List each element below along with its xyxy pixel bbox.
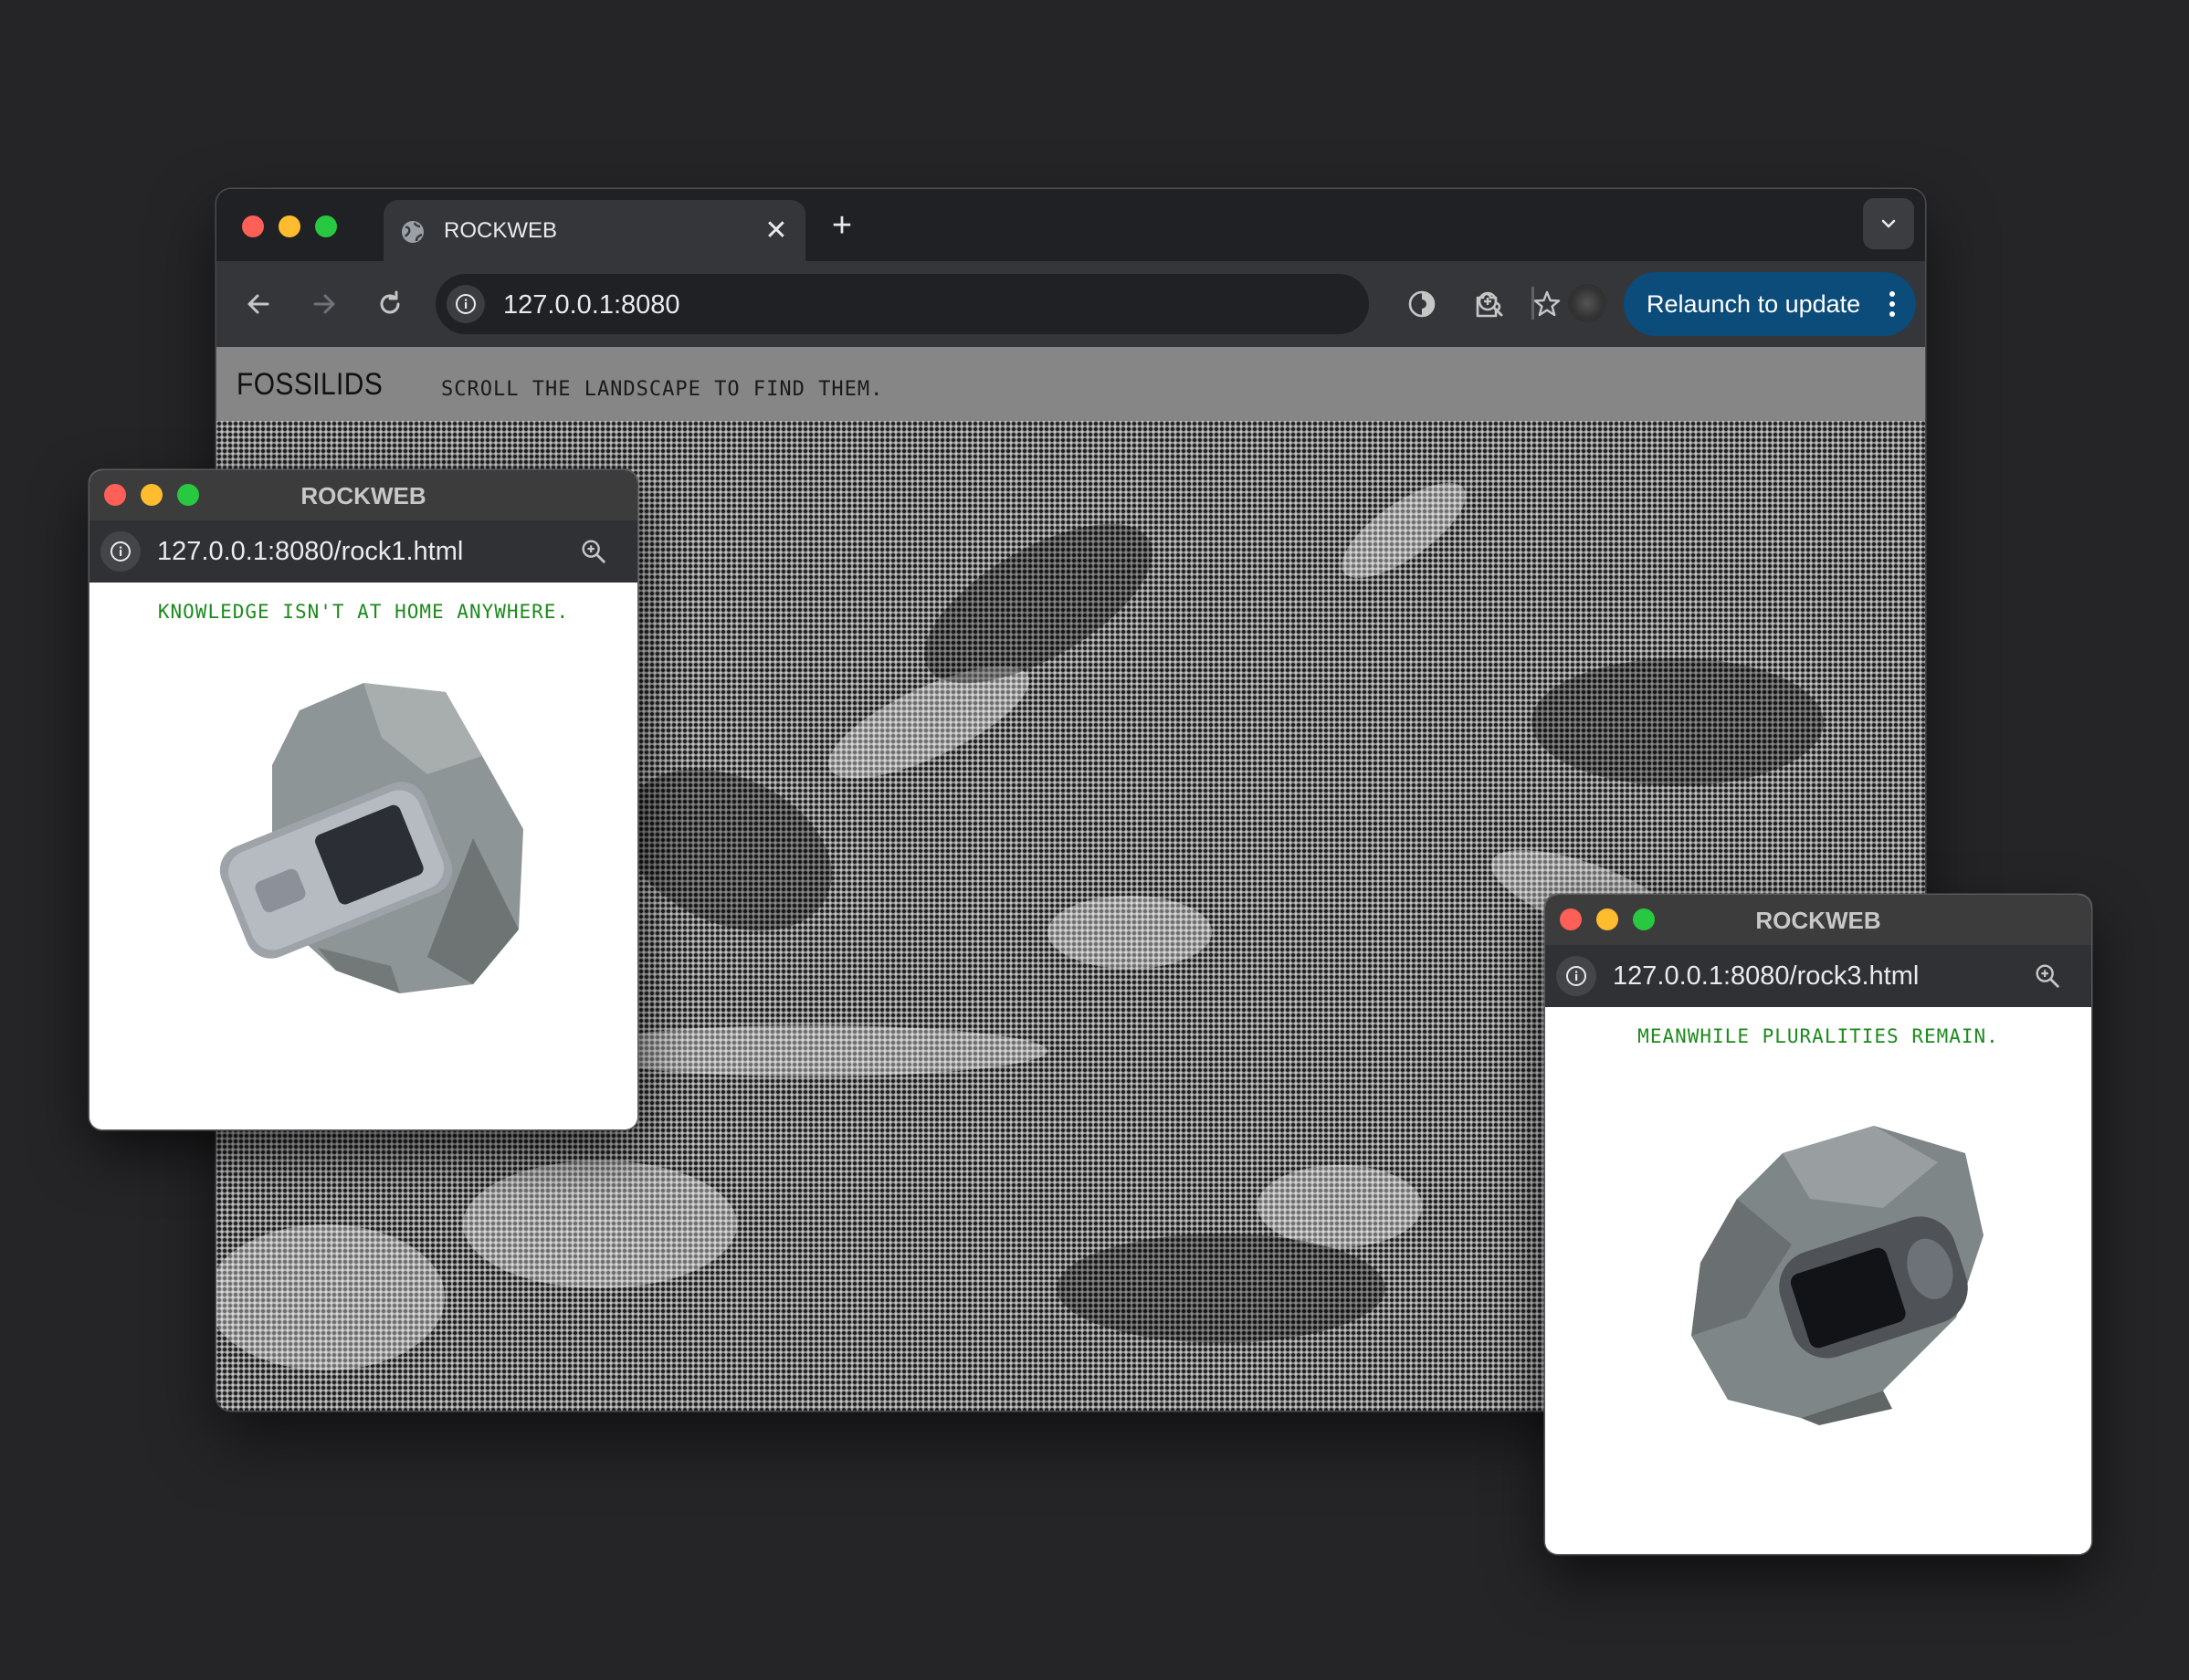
star-icon[interactable] bbox=[1531, 289, 1563, 320]
info-icon bbox=[456, 294, 476, 314]
site-info-button[interactable] bbox=[1556, 956, 1596, 996]
site-title: FOSSILIDS bbox=[237, 367, 384, 402]
toolbar-divider bbox=[1531, 287, 1534, 320]
window-controls bbox=[242, 215, 337, 237]
popup-page: MEANWHILE PLURALITIES REMAIN. bbox=[1545, 1007, 2091, 1554]
arrow-right-icon bbox=[313, 294, 335, 314]
site-header: FOSSILIDS SCROLL THE LANDSCAPE TO FIND T… bbox=[216, 347, 1925, 421]
browser-toolbar: 127.0.0.1:8080 Relaunch to update bbox=[216, 261, 1925, 347]
popup-window-rock3: ROCKWEB 127.0.0.1:8080/rock3.html MEANWH… bbox=[1545, 895, 2091, 1554]
arrow-left-icon bbox=[247, 294, 269, 314]
puzzle-icon bbox=[1476, 292, 1501, 318]
contrast-icon bbox=[1408, 290, 1436, 318]
site-info-button[interactable] bbox=[100, 531, 141, 572]
popup-titlebar: ROCKWEB bbox=[89, 470, 637, 520]
chevron-down-icon bbox=[1881, 219, 1896, 228]
more-vert-icon[interactable] bbox=[1887, 288, 1898, 320]
url-text[interactable]: 127.0.0.1:8080/rock1.html bbox=[157, 537, 463, 567]
popup-title: ROCKWEB bbox=[1755, 907, 1881, 934]
popup-address-bar: 127.0.0.1:8080/rock3.html bbox=[1545, 945, 2091, 1007]
tab-strip: ROCKWEB ✕ + bbox=[216, 189, 1925, 261]
tab-title: ROCKWEB bbox=[444, 218, 558, 243]
tab-search-button[interactable] bbox=[1863, 198, 1914, 249]
popup-title: ROCKWEB bbox=[300, 482, 426, 509]
popup-window-rock1: ROCKWEB 127.0.0.1:8080/rock1.html KNOWLE… bbox=[89, 470, 637, 1129]
rock-with-phone-image bbox=[219, 683, 523, 993]
info-icon bbox=[1566, 966, 1586, 986]
url-text[interactable]: 127.0.0.1:8080/rock3.html bbox=[1613, 961, 1919, 992]
reload-icon bbox=[380, 290, 400, 314]
profile-avatar[interactable] bbox=[1568, 284, 1606, 322]
globe-icon bbox=[402, 221, 424, 243]
reload-button[interactable] bbox=[368, 282, 412, 326]
zoom-in-icon[interactable] bbox=[2033, 961, 2062, 991]
quote-text: MEANWHILE PLURALITIES REMAIN. bbox=[1637, 1025, 1999, 1047]
rock-with-phone-image bbox=[1691, 1126, 1984, 1425]
address-bar[interactable]: 127.0.0.1:8080 bbox=[436, 274, 1561, 334]
maximize-window-button[interactable] bbox=[315, 215, 337, 237]
tab-rockweb[interactable]: ROCKWEB ✕ bbox=[384, 200, 805, 261]
extension-contrast-button[interactable] bbox=[1400, 282, 1444, 326]
info-icon bbox=[111, 541, 131, 562]
forward-button[interactable] bbox=[302, 282, 346, 326]
close-tab-icon[interactable]: ✕ bbox=[760, 215, 793, 247]
popup-address-bar: 127.0.0.1:8080/rock1.html bbox=[89, 520, 637, 583]
url-text[interactable]: 127.0.0.1:8080 bbox=[503, 290, 680, 320]
site-info-button[interactable] bbox=[447, 285, 485, 323]
popup-page: KNOWLEDGE ISN'T AT HOME ANYWHERE. bbox=[89, 583, 637, 1129]
popup-titlebar: ROCKWEB bbox=[1545, 895, 2091, 945]
relaunch-label: Relaunch to update bbox=[1647, 290, 1861, 318]
new-tab-button[interactable]: + bbox=[826, 208, 858, 243]
zoom-in-icon[interactable] bbox=[579, 537, 608, 566]
site-subtitle: SCROLL THE LANDSCAPE TO FIND THEM. bbox=[441, 378, 884, 401]
extensions-button[interactable] bbox=[1466, 282, 1510, 326]
back-button[interactable] bbox=[237, 282, 280, 326]
relaunch-button[interactable]: Relaunch to update bbox=[1624, 272, 1916, 336]
close-window-button[interactable] bbox=[242, 215, 264, 237]
minimize-window-button[interactable] bbox=[279, 215, 300, 237]
quote-text: KNOWLEDGE ISN'T AT HOME ANYWHERE. bbox=[157, 601, 570, 623]
